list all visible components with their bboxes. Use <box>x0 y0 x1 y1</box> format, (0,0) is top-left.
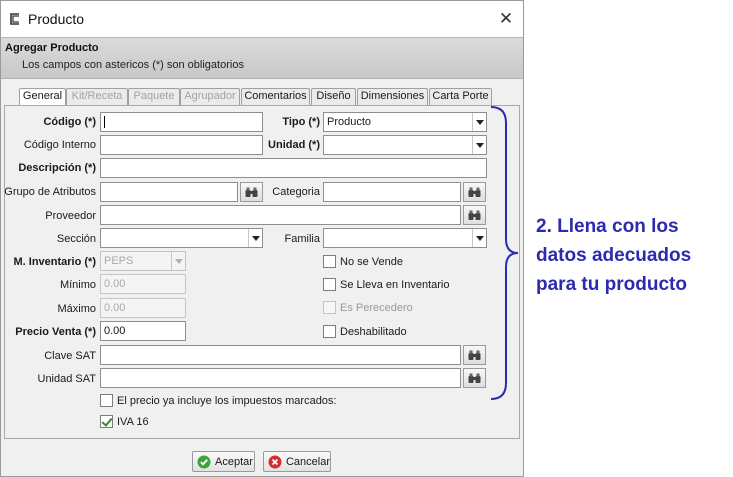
unidad-sat-search-button[interactable] <box>463 368 486 388</box>
codigo-interno-label: Código Interno <box>23 139 96 151</box>
deshabilitado-checkbox[interactable] <box>323 325 336 338</box>
window-title: Producto <box>28 11 85 27</box>
unidad-label: Unidad (*) <box>268 139 320 151</box>
cancelar-label: Cancelar <box>285 455 330 468</box>
clave-sat-label: Clave SAT <box>44 350 96 362</box>
tab-paquete[interactable]: Paquete <box>128 88 180 105</box>
title-bar: Producto ✕ <box>1 1 523 37</box>
annotation-line-3: para tu producto <box>536 274 687 295</box>
binoculars-icon <box>468 350 481 360</box>
dialog-header: Agregar Producto Los campos con asterico… <box>1 37 523 79</box>
categoria-search-button[interactable] <box>463 182 486 202</box>
familia-label: Familia <box>284 233 320 245</box>
annotation-brace <box>490 106 519 400</box>
tab-comentarios[interactable]: Comentarios <box>241 88 310 105</box>
annotation-line-2: datos adecuados <box>536 245 692 266</box>
tipo-value: Producto <box>327 116 372 128</box>
descripcion-label: Descripción (*) <box>18 162 96 174</box>
codigo-interno-input[interactable] <box>100 135 263 155</box>
tipo-label: Tipo (*) <box>282 116 320 128</box>
maximo-input[interactable]: 0.00 <box>100 298 186 318</box>
proveedor-search-button[interactable] <box>463 205 486 225</box>
seccion-select[interactable] <box>100 228 263 248</box>
binoculars-icon <box>468 210 481 220</box>
tab-carta-porte[interactable]: Carta Porte <box>429 88 492 105</box>
tab-general[interactable]: General <box>19 88 66 106</box>
chevron-down-icon <box>472 136 486 154</box>
binoculars-icon <box>245 187 258 197</box>
close-button[interactable]: ✕ <box>495 9 517 29</box>
unidad-select[interactable] <box>323 135 487 155</box>
binoculars-icon <box>468 373 481 383</box>
general-panel <box>4 105 520 439</box>
precio-label: Precio Venta (*) <box>15 326 96 338</box>
check-circle-icon <box>197 455 211 468</box>
inventario-value: PEPS <box>104 255 134 267</box>
precio-incluye-label: El precio ya incluye los impuestos marca… <box>117 395 337 407</box>
chevron-down-icon <box>248 229 262 247</box>
tab-diseno[interactable]: Diseño <box>311 88 356 105</box>
chevron-down-icon <box>472 113 486 131</box>
grupo-atributos-search-button[interactable] <box>240 182 263 202</box>
descripcion-input[interactable] <box>100 158 487 178</box>
aceptar-label: Aceptar <box>215 455 253 468</box>
unidad-sat-input[interactable] <box>100 368 461 388</box>
precio-incluye-checkbox[interactable] <box>100 394 113 407</box>
perecedero-label: Es Perecedero <box>340 302 413 314</box>
tab-agrupador[interactable]: Agrupador <box>180 88 240 105</box>
tab-dimensiones[interactable]: Dimensiones <box>357 88 428 105</box>
inventario-select[interactable]: PEPS <box>100 251 186 271</box>
tipo-select[interactable]: Producto <box>323 112 487 132</box>
grupo-atributos-input[interactable] <box>100 182 238 202</box>
maximo-label: Máximo <box>57 303 96 315</box>
minimo-label: Mínimo <box>59 279 96 291</box>
annotation-text: 2. Llena con los datos adecuados para tu… <box>536 212 728 299</box>
iva16-label: IVA 16 <box>117 416 149 428</box>
lleva-inventario-checkbox[interactable] <box>323 278 336 291</box>
minimo-input[interactable]: 0.00 <box>100 274 186 294</box>
codigo-input[interactable] <box>100 112 263 132</box>
chevron-down-icon <box>171 252 185 270</box>
deshabilitado-label: Deshabilitado <box>340 326 407 338</box>
categoria-input[interactable] <box>323 182 461 202</box>
binoculars-icon <box>468 187 481 197</box>
perecedero-checkbox[interactable] <box>323 301 336 314</box>
seccion-label: Sección <box>56 233 96 245</box>
unidad-sat-label: Unidad SAT <box>37 373 97 385</box>
categoria-label: Categoria <box>272 186 320 198</box>
lleva-inventario-label: Se Lleva en Inventario <box>340 279 450 291</box>
cancel-circle-icon <box>268 455 282 468</box>
precio-input[interactable]: 0.00 <box>100 321 186 341</box>
inventario-label: M. Inventario (*) <box>13 256 96 268</box>
aceptar-button[interactable]: Aceptar <box>192 451 255 472</box>
header-title: Agregar Producto <box>5 42 99 54</box>
no-se-vende-checkbox[interactable] <box>323 255 336 268</box>
no-se-vende-label: No se Vende <box>340 256 403 268</box>
grupo-atributos-label: Grupo de Atributos <box>4 186 96 198</box>
codigo-label: Código (*) <box>43 116 96 128</box>
clave-sat-input[interactable] <box>100 345 461 365</box>
iva16-checkbox[interactable] <box>100 415 113 428</box>
chevron-down-icon <box>472 229 486 247</box>
header-subtitle: Los campos con astericos (*) son obligat… <box>22 59 244 71</box>
familia-select[interactable] <box>323 228 487 248</box>
clave-sat-search-button[interactable] <box>463 345 486 365</box>
cancelar-button[interactable]: Cancelar <box>263 451 331 472</box>
app-window-icon <box>10 13 19 25</box>
tab-kit-receta[interactable]: Kit/Receta <box>66 88 128 105</box>
proveedor-input[interactable] <box>100 205 461 225</box>
proveedor-label: Proveedor <box>45 210 96 222</box>
producto-dialog: Producto ✕ Agregar Producto Los campos c… <box>0 0 524 477</box>
annotation-line-1: 2. Llena con los <box>536 216 679 237</box>
